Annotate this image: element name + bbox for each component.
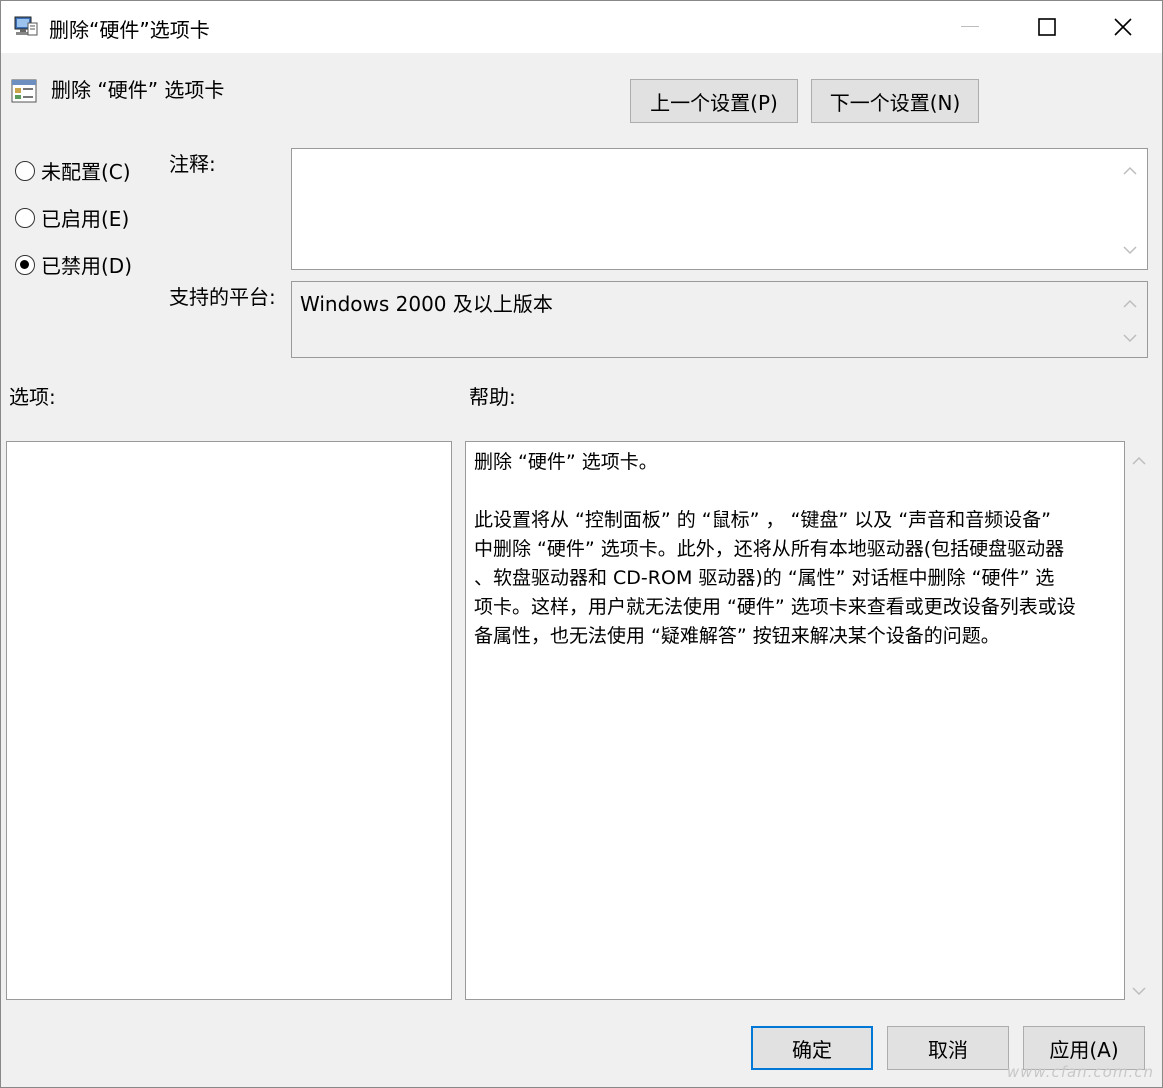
radio-label: 已禁用(D) <box>41 254 133 278</box>
help-text: 删除 “硬件” 选项卡。 此设置将从 “控制面板” 的 “鼠标” ， “键盘” … <box>474 451 1076 647</box>
policy-computer-icon <box>13 15 39 37</box>
scroll-up-icon[interactable] <box>1123 161 1137 180</box>
help-label: 帮助: <box>469 385 516 409</box>
radio-circle <box>15 207 35 228</box>
scroll-up-icon[interactable] <box>1123 294 1137 313</box>
platform-label: 支持的平台: <box>169 285 276 309</box>
radio-label: 已启用(E) <box>41 207 130 231</box>
options-panel <box>6 441 452 1000</box>
close-icon <box>1114 18 1132 36</box>
previous-setting-button[interactable]: 上一个设置(P) <box>630 79 798 123</box>
radio-label: 未配置(C) <box>41 160 131 184</box>
ok-button[interactable]: 确定 <box>751 1026 873 1070</box>
radio-enabled[interactable]: 已启用(E) <box>15 203 129 232</box>
radio-circle <box>15 160 35 181</box>
minimize-button[interactable] <box>932 1 1008 53</box>
next-setting-button[interactable]: 下一个设置(N) <box>811 79 979 123</box>
maximize-icon <box>1038 18 1056 36</box>
comment-textarea[interactable] <box>291 148 1148 270</box>
policy-setting-icon <box>11 77 39 105</box>
close-button[interactable] <box>1085 1 1161 53</box>
radio-circle-checked <box>15 254 35 275</box>
platform-value: Windows 2000 及以上版本 <box>300 292 553 316</box>
title-bar: 删除“硬件”选项卡 <box>1 1 1162 53</box>
cancel-button[interactable]: 取消 <box>887 1026 1009 1070</box>
comment-label: 注释: <box>169 152 216 176</box>
maximize-button[interactable] <box>1009 1 1085 53</box>
scroll-down-icon[interactable] <box>1123 240 1137 259</box>
scroll-down-icon[interactable] <box>1123 328 1137 347</box>
scroll-up-icon[interactable] <box>1132 451 1146 470</box>
radio-not-configured[interactable]: 未配置(C) <box>15 156 131 185</box>
radio-disabled[interactable]: 已禁用(D) <box>15 250 132 279</box>
minimize-icon <box>961 26 979 28</box>
help-panel[interactable]: 删除 “硬件” 选项卡。 此设置将从 “控制面板” 的 “鼠标” ， “键盘” … <box>465 441 1125 1000</box>
options-label: 选项: <box>9 385 56 409</box>
window-title: 删除“硬件”选项卡 <box>49 18 210 42</box>
policy-name: 删除 “硬件” 选项卡 <box>51 78 225 102</box>
policy-dialog: 删除“硬件”选项卡 删除 “硬件” 选项卡 上一个设置(P) 下一个设置(N) … <box>0 0 1163 1088</box>
scroll-down-icon[interactable] <box>1132 981 1146 1000</box>
watermark: www.cfan.com.cn <box>1006 1063 1154 1081</box>
platform-field: Windows 2000 及以上版本 <box>291 281 1148 358</box>
